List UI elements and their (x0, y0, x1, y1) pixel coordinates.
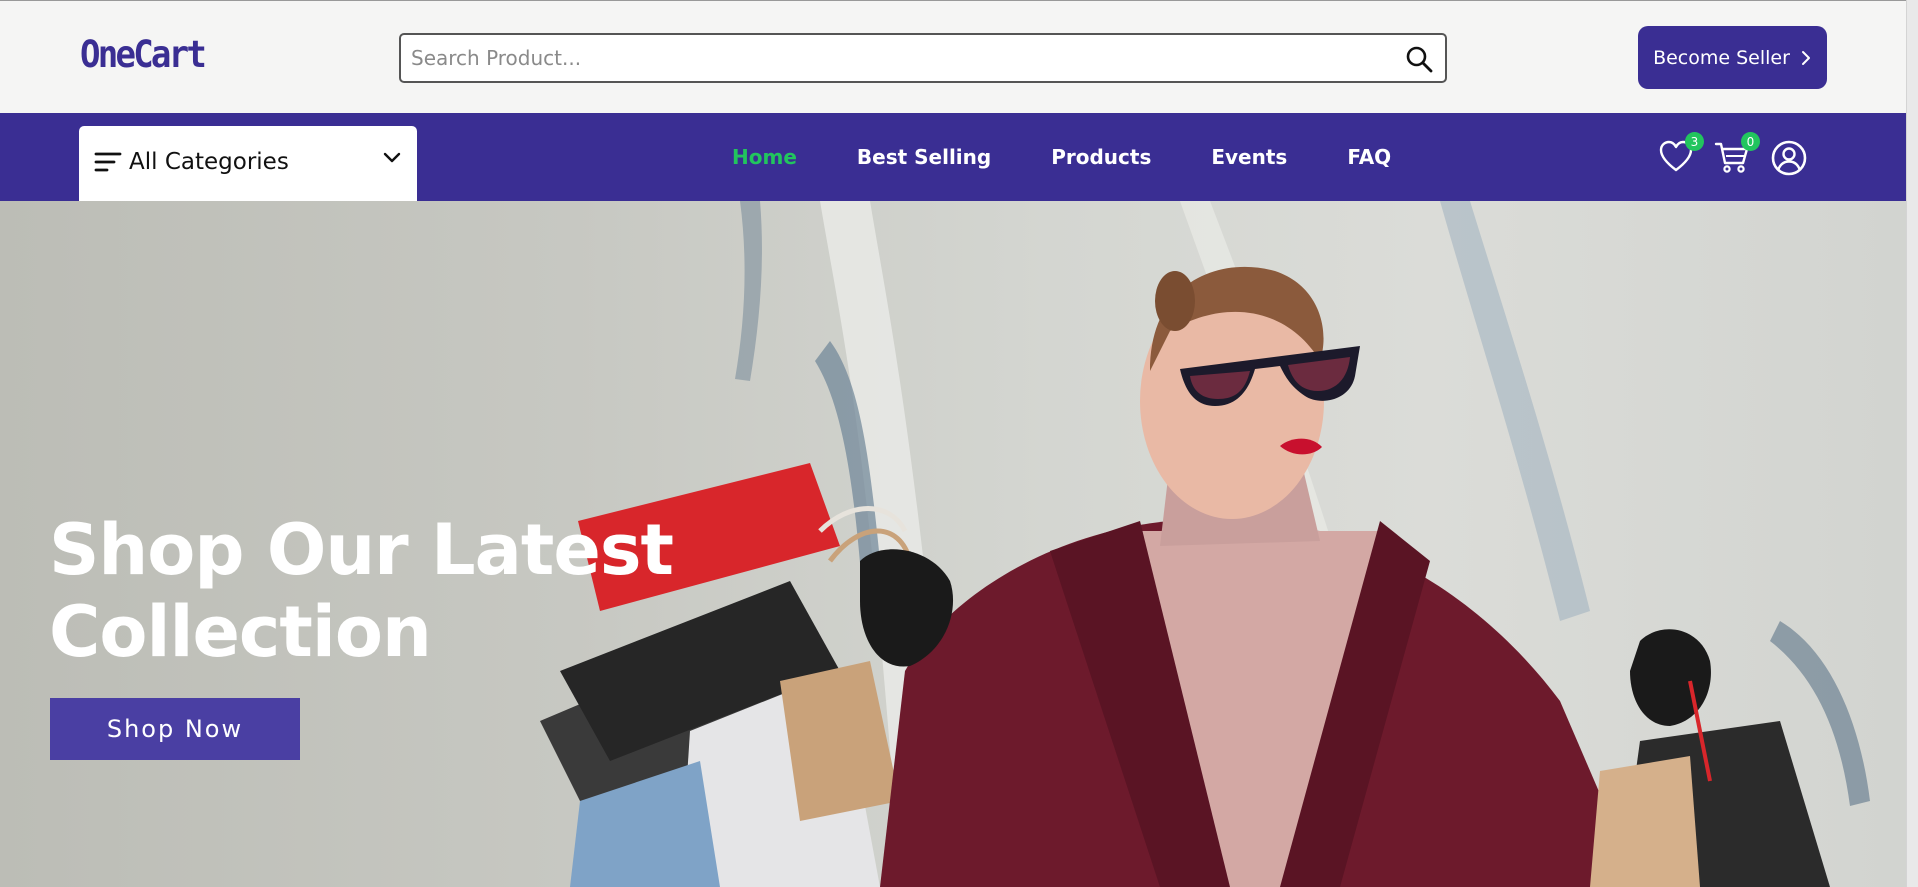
nav-links: Home Best Selling Products Events FAQ (732, 113, 1451, 201)
hero-title-line1: Shop Our Latest (49, 509, 674, 591)
user-icon (1771, 140, 1807, 176)
search-icon[interactable] (1405, 45, 1433, 73)
nav-link-home[interactable]: Home (732, 145, 797, 169)
hero-title-line2: Collection (49, 591, 432, 673)
site-logo[interactable]: OneCart (80, 33, 207, 76)
vertical-scrollbar[interactable] (1906, 0, 1918, 887)
nav-link-events[interactable]: Events (1211, 145, 1287, 169)
chevron-down-icon (383, 152, 401, 163)
profile-button[interactable] (1770, 139, 1808, 177)
become-seller-button[interactable]: Become Seller (1638, 26, 1827, 89)
shop-now-button[interactable]: Shop Now (50, 698, 300, 760)
cart-count-badge: 0 (1741, 132, 1760, 151)
nav-link-best-selling[interactable]: Best Selling (857, 145, 991, 169)
become-seller-label: Become Seller (1653, 46, 1790, 69)
search-bar (399, 33, 1447, 83)
all-categories-label: All Categories (129, 149, 289, 175)
wishlist-count-badge: 3 (1685, 132, 1704, 151)
menu-lines-icon (94, 152, 122, 172)
hero-title: Shop Our Latest Collection (49, 509, 689, 673)
all-categories-dropdown[interactable]: All Categories (79, 126, 417, 201)
nav-link-products[interactable]: Products (1051, 145, 1151, 169)
wishlist-button[interactable]: 3 (1658, 132, 1704, 177)
site-header: OneCart Become Seller (0, 1, 1906, 113)
chevron-right-icon (1801, 50, 1810, 65)
nav-link-faq[interactable]: FAQ (1347, 145, 1391, 169)
main-navbar: All Categories Home Best Selling Product… (0, 113, 1906, 201)
search-input[interactable] (411, 35, 1391, 81)
cart-button[interactable]: 0 (1714, 132, 1760, 177)
hero-banner: Shop Our Latest Collection Shop Now (0, 201, 1906, 887)
page: OneCart Become Seller All Categories (0, 0, 1918, 887)
